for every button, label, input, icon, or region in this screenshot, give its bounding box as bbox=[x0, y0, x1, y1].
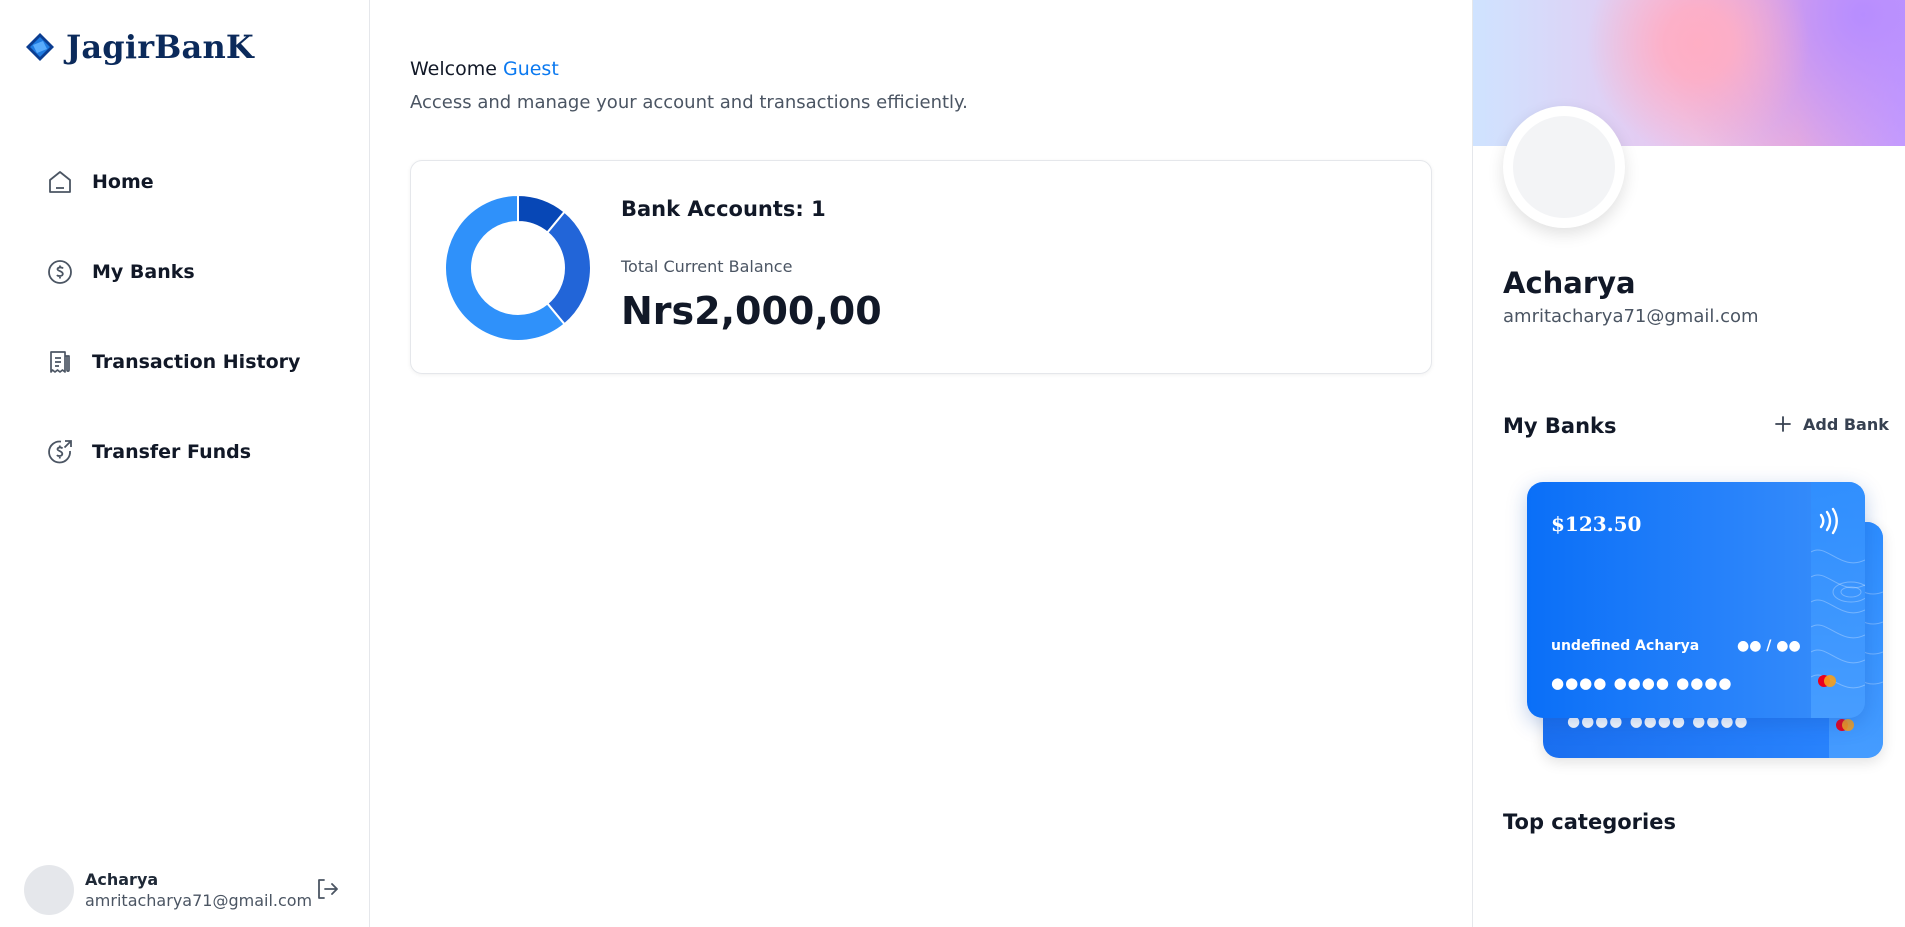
sidebar-user-name: Acharya bbox=[85, 870, 159, 889]
sidebar-item-my-banks[interactable]: My Banks bbox=[44, 250, 344, 294]
add-bank-button[interactable]: Add Bank bbox=[1773, 414, 1889, 434]
sidebar-user-email: amritacharya71@gmail.com bbox=[85, 891, 313, 910]
logout-icon[interactable] bbox=[314, 876, 340, 902]
home-icon bbox=[44, 166, 76, 198]
mastercard-icon bbox=[1836, 719, 1854, 731]
receipt-icon bbox=[44, 346, 76, 378]
app-root: JagirBanK Home My Banks Transaction Hist… bbox=[0, 0, 1905, 927]
sidebar-nav: Home My Banks Transaction History Transf… bbox=[44, 160, 344, 520]
main-content: Welcome Guest Access and manage your acc… bbox=[370, 0, 1472, 927]
sidebar-item-label: Transfer Funds bbox=[92, 441, 252, 463]
welcome-user: Guest bbox=[502, 58, 559, 80]
sidebar-user: Acharya amritacharya71@gmail.com bbox=[24, 862, 344, 918]
total-balance-label: Total Current Balance bbox=[621, 257, 793, 276]
money-send-icon bbox=[44, 436, 76, 468]
add-bank-label: Add Bank bbox=[1803, 414, 1889, 434]
dollar-circle-icon bbox=[44, 256, 76, 288]
donut-slice bbox=[545, 210, 592, 326]
card-balance: $123.50 bbox=[1551, 512, 1642, 536]
contactless-icon bbox=[1819, 507, 1838, 535]
sidebar-user-info: Acharya amritacharya71@gmail.com bbox=[85, 870, 312, 910]
card-number: ●●●● ●●●● ●●●● bbox=[1551, 674, 1733, 692]
my-banks-title: My Banks bbox=[1503, 414, 1617, 438]
logo-icon bbox=[26, 33, 54, 61]
logo[interactable]: JagirBanK bbox=[24, 28, 254, 66]
profile-email: amritacharya71@gmail.com bbox=[1503, 306, 1759, 327]
profile-avatar[interactable] bbox=[1503, 106, 1625, 228]
brand-name: JagirBanK bbox=[66, 28, 254, 66]
page-subtitle: Access and manage your account and trans… bbox=[410, 92, 968, 113]
right-sidebar: Acharya amritacharya71@gmail.com My Bank… bbox=[1472, 0, 1905, 927]
sidebar-item-transaction-history[interactable]: Transaction History bbox=[44, 340, 344, 384]
card-holder-name: undefined Acharya bbox=[1551, 638, 1700, 654]
sidebar-item-label: Transaction History bbox=[92, 351, 301, 373]
profile-name: Acharya bbox=[1503, 266, 1636, 300]
page-title: Welcome Guest bbox=[410, 58, 559, 80]
sidebar: JagirBanK Home My Banks Transaction Hist… bbox=[0, 0, 370, 927]
total-balance-value: Nrs2,000,00 bbox=[621, 289, 882, 333]
welcome-prefix: Welcome bbox=[410, 58, 497, 80]
plus-icon bbox=[1775, 416, 1791, 432]
sidebar-item-label: Home bbox=[92, 171, 154, 193]
top-categories-title: Top categories bbox=[1503, 810, 1676, 834]
card-expiry: ●● / ●● bbox=[1737, 638, 1801, 654]
mastercard-icon bbox=[1818, 675, 1836, 687]
avatar bbox=[1513, 116, 1615, 218]
balance-donut-chart bbox=[444, 193, 592, 342]
sidebar-item-label: My Banks bbox=[92, 261, 195, 283]
bank-card[interactable]: $123.50 undefined Acharya ●● / ●● ●●●● ●… bbox=[1527, 482, 1865, 718]
avatar[interactable] bbox=[24, 865, 74, 915]
sidebar-item-transfer-funds[interactable]: Transfer Funds bbox=[44, 430, 344, 474]
total-balance-card: Bank Accounts: 1 Total Current Balance N… bbox=[410, 160, 1432, 374]
bank-accounts-count: Bank Accounts: 1 bbox=[621, 197, 826, 221]
sidebar-item-home[interactable]: Home bbox=[44, 160, 344, 204]
